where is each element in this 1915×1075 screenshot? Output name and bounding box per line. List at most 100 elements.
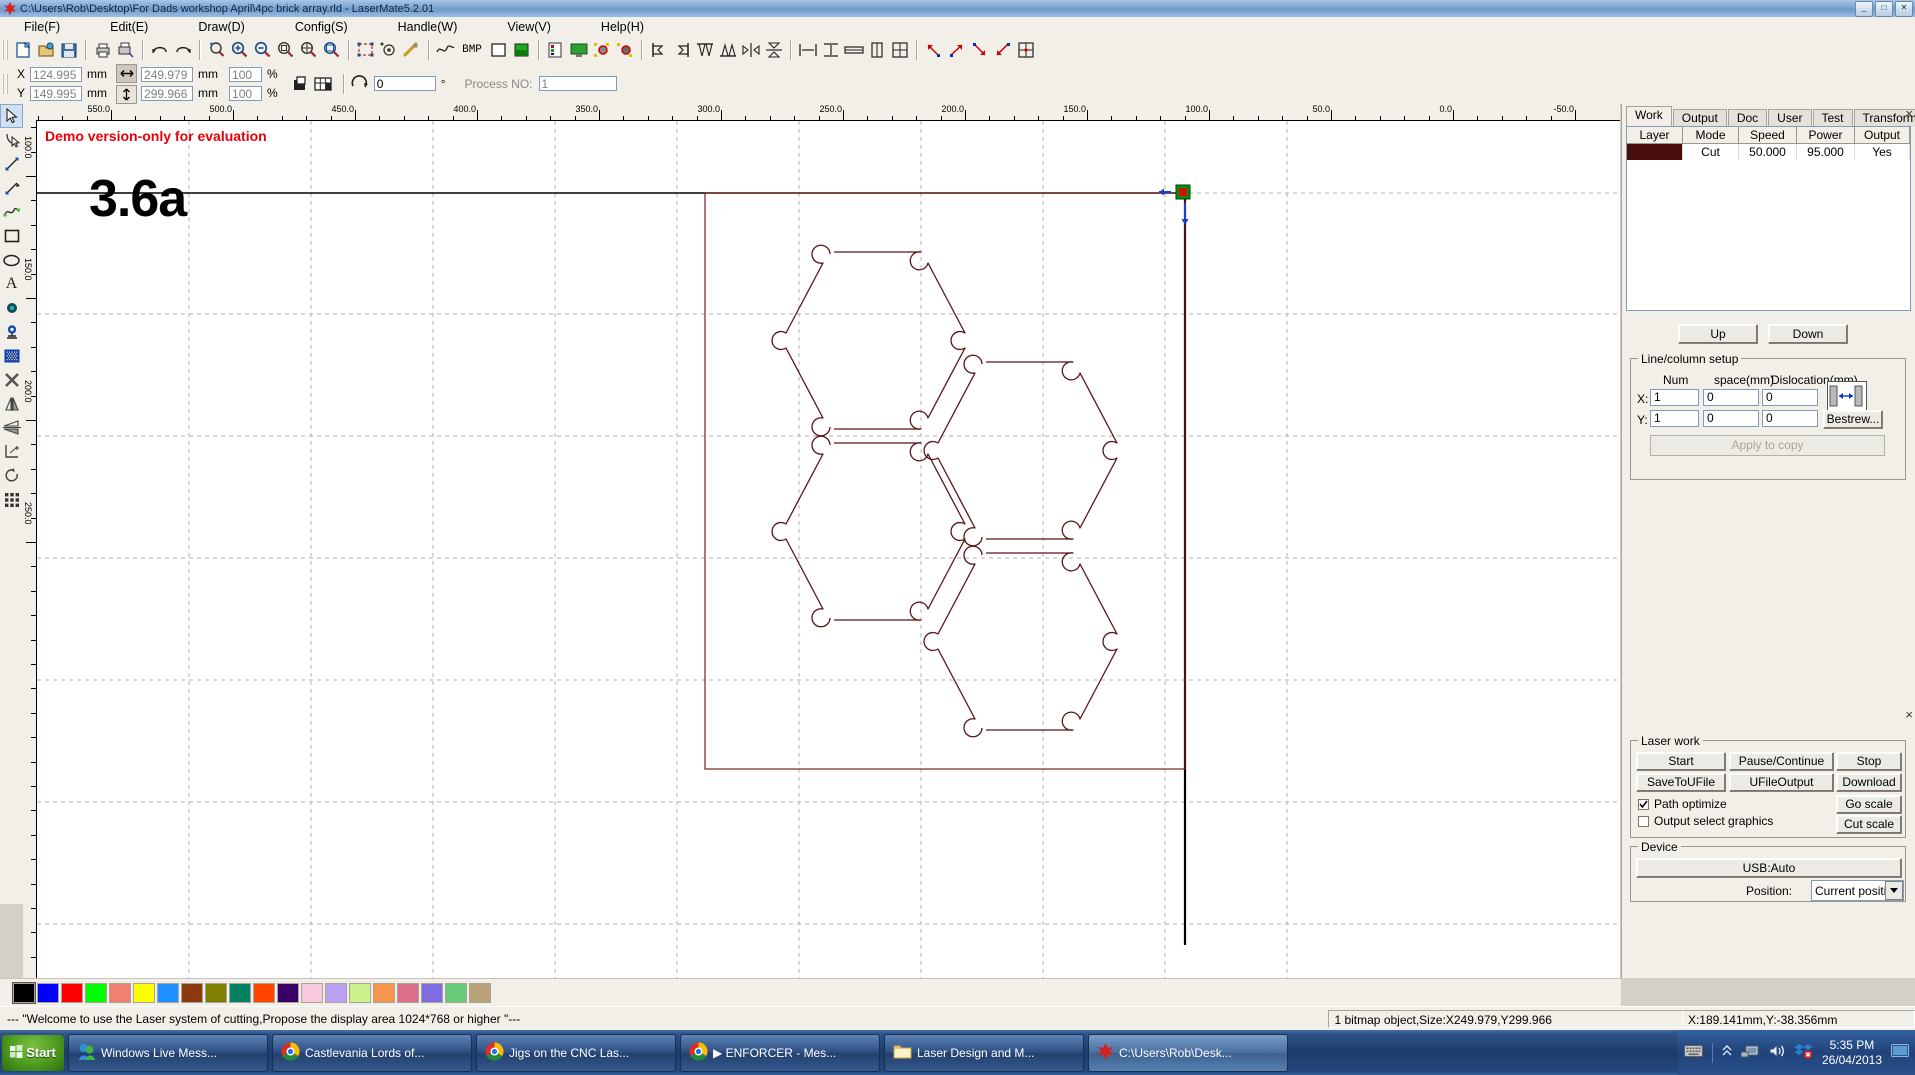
keyboard-icon[interactable] <box>1683 1044 1703 1061</box>
palette-color-16[interactable] <box>397 983 419 1003</box>
palette-color-10[interactable] <box>253 983 275 1003</box>
palette-none-icon[interactable] <box>3 983 9 1003</box>
menu-handle[interactable]: Handle(W) <box>388 19 468 35</box>
zoom-extents-icon[interactable] <box>320 39 343 61</box>
network-icon[interactable] <box>1740 1044 1760 1062</box>
palette-color-6[interactable] <box>157 983 179 1003</box>
panel-collapse-icon[interactable]: × <box>1905 707 1913 722</box>
delete-tool[interactable] <box>0 368 23 392</box>
tab-work[interactable]: Work <box>1626 106 1672 127</box>
menu-config[interactable]: Config(S) <box>285 19 358 35</box>
new-file-icon[interactable] <box>11 39 34 61</box>
print-icon[interactable] <box>91 39 114 61</box>
palette-color-18[interactable] <box>445 983 467 1003</box>
height-lock-icon[interactable] <box>116 84 138 104</box>
anchor-br-icon[interactable] <box>968 39 991 61</box>
size-v-icon[interactable] <box>865 39 888 61</box>
go-scale-button[interactable]: Go scale <box>1836 795 1902 814</box>
align-right-icon[interactable] <box>670 39 693 61</box>
stop-button[interactable]: Stop <box>1836 752 1902 771</box>
x-space-input[interactable]: 0 <box>1703 389 1759 406</box>
zoom-window-icon[interactable] <box>274 39 297 61</box>
measure-icon[interactable] <box>400 39 423 61</box>
size-h-icon[interactable] <box>842 39 865 61</box>
bitmap-color-icon[interactable] <box>510 39 533 61</box>
bezier-curve-tool[interactable] <box>0 200 23 224</box>
palette-color-13[interactable] <box>325 983 347 1003</box>
palette-color-8[interactable] <box>205 983 227 1003</box>
show-desktop-icon[interactable] <box>1891 1043 1909 1062</box>
curve-icon[interactable] <box>434 39 457 61</box>
palette-color-4[interactable] <box>109 983 131 1003</box>
path-optimize-checkbox[interactable] <box>1638 798 1649 810</box>
scale-x-input[interactable]: 100 <box>229 66 263 82</box>
vertical-ruler[interactable]: 100.0 150.0 200.0 250.0 <box>23 120 37 978</box>
drawing-canvas[interactable]: Demo version-only for evaluation 3.6a <box>37 121 1620 978</box>
invert-color-icon[interactable] <box>544 39 567 61</box>
bestrew-button[interactable]: Bestrew... <box>1823 410 1883 429</box>
minimize-button[interactable]: _ <box>1855 1 1873 17</box>
tab-doc[interactable]: Doc <box>1727 109 1768 127</box>
mirror-horizontal-tool[interactable] <box>0 392 23 416</box>
taskbar-item-2[interactable]: Jigs on the CNC Las... <box>476 1033 676 1072</box>
rotate-angle-input[interactable]: 0 <box>373 76 436 91</box>
x-num-input[interactable]: 1 <box>1650 389 1699 406</box>
lock-aspect-icon[interactable] <box>289 73 312 95</box>
size-both-icon[interactable] <box>888 39 911 61</box>
node-edit-tool[interactable] <box>0 128 23 152</box>
layer-table[interactable]: Layer Mode Speed Power Output Cut 50.000… <box>1626 126 1911 311</box>
palette-color-15[interactable] <box>373 983 395 1003</box>
layer-color-swatch[interactable] <box>1627 144 1683 160</box>
palette-color-9[interactable] <box>229 983 251 1003</box>
palette-color-7[interactable] <box>181 983 203 1003</box>
offset-tool[interactable] <box>0 440 23 464</box>
align-top-icon[interactable] <box>693 39 716 61</box>
redo-icon[interactable] <box>171 39 194 61</box>
rectangle-tool[interactable] <box>0 224 23 248</box>
rotate-tool[interactable] <box>0 464 23 488</box>
node-delete-icon[interactable] <box>613 39 636 61</box>
toolbar-grip[interactable] <box>2 39 9 60</box>
height-input[interactable]: 299.966 <box>141 85 194 101</box>
palette-color-0[interactable] <box>12 982 36 1004</box>
origin-icon[interactable] <box>377 39 400 61</box>
ufile-output-button[interactable]: UFileOutput <box>1729 773 1834 792</box>
layer-up-button[interactable]: Up <box>1678 324 1758 344</box>
palette-color-12[interactable] <box>301 983 323 1003</box>
process-no-input[interactable]: 1 <box>538 76 617 91</box>
menu-edit[interactable]: Edit(E) <box>100 19 158 35</box>
align-center-v-icon[interactable] <box>762 39 785 61</box>
palette-color-11[interactable] <box>277 983 299 1003</box>
menu-draw[interactable]: Draw(D) <box>188 19 255 35</box>
volume-icon[interactable] <box>1769 1043 1785 1061</box>
property-toolbar-grip[interactable] <box>2 73 9 94</box>
y-position-input[interactable]: 149.995 <box>30 85 83 101</box>
y-space-input[interactable]: 0 <box>1703 410 1759 427</box>
polyline-tool[interactable] <box>0 176 23 200</box>
open-file-icon[interactable] <box>34 39 57 61</box>
horizontal-ruler[interactable]: 550.0 500.0 450.0 400.0 350.0 300.0 250.0 200.0… <box>36 104 1620 121</box>
palette-color-3[interactable] <box>85 983 107 1003</box>
capture-tool[interactable] <box>0 320 23 344</box>
select-frame-icon[interactable] <box>354 39 377 61</box>
dist-h-icon[interactable] <box>796 39 819 61</box>
save-to-ufile-button[interactable]: SaveToUFile <box>1636 773 1726 792</box>
width-input[interactable]: 249.979 <box>141 66 194 82</box>
menu-view[interactable]: View(V) <box>497 19 561 35</box>
download-button[interactable]: Download <box>1836 773 1902 792</box>
chevron-down-icon[interactable] <box>1884 881 1903 900</box>
align-left-icon[interactable] <box>647 39 670 61</box>
tab-test[interactable]: Test <box>1812 109 1853 127</box>
palette-color-14[interactable] <box>349 983 371 1003</box>
zoom-out-icon[interactable] <box>251 39 274 61</box>
dist-v-icon[interactable] <box>819 39 842 61</box>
tab-user[interactable]: User <box>1768 109 1812 127</box>
anchor-center-icon[interactable] <box>1014 39 1037 61</box>
anchor-bl-icon[interactable] <box>991 39 1014 61</box>
taskbar-item-0[interactable]: Windows Live Mess... <box>68 1033 268 1072</box>
taskbar-item-4[interactable]: Laser Design and M... <box>884 1033 1084 1072</box>
print-preview-icon[interactable] <box>114 39 137 61</box>
rect-fill-icon[interactable] <box>487 39 510 61</box>
palette-color-5[interactable] <box>133 983 155 1003</box>
layer-down-button[interactable]: Down <box>1768 324 1848 344</box>
